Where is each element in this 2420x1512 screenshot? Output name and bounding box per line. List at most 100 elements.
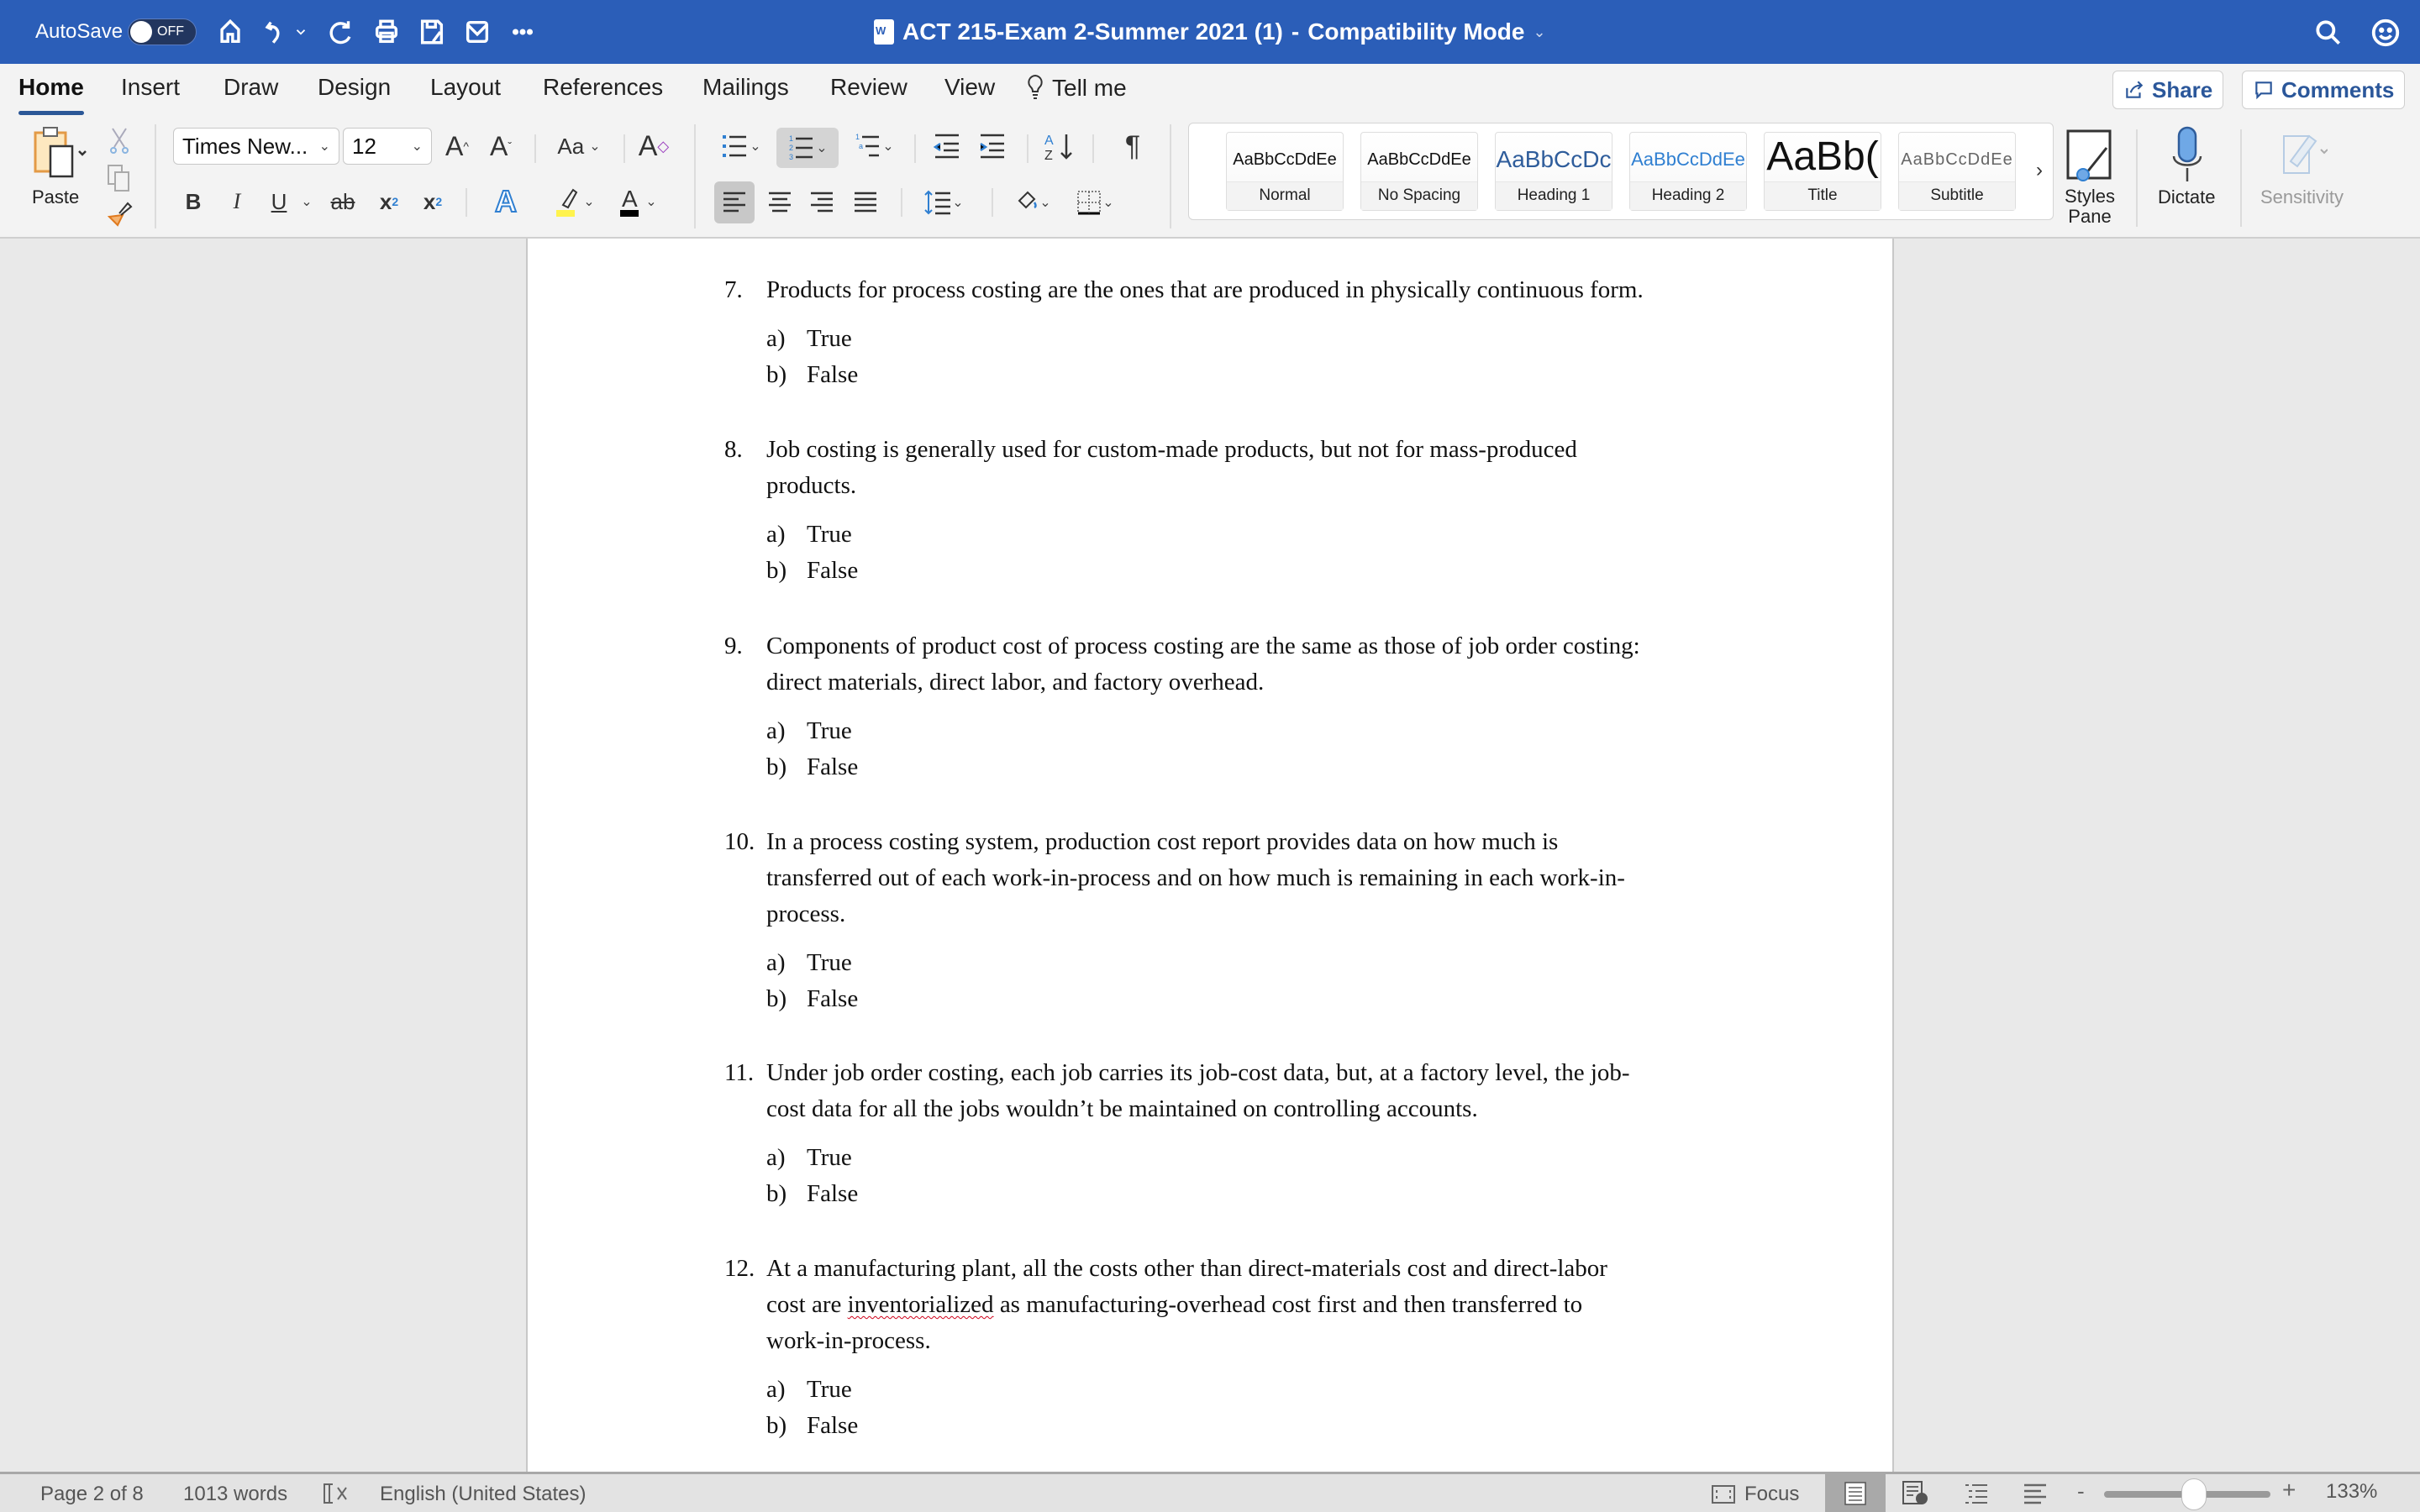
question-text[interactable]: At a manufacturing plant, all the costs … [766, 1251, 1775, 1359]
tab-draw[interactable]: Draw [224, 74, 278, 101]
zoom-level[interactable]: 133% [2326, 1480, 2377, 1504]
copy-icon[interactable] [104, 163, 134, 193]
styles-pane-button[interactable] [2062, 126, 2116, 185]
tab-design[interactable]: Design [318, 74, 391, 101]
align-right-icon[interactable] [803, 181, 840, 223]
justify-icon[interactable] [847, 181, 884, 223]
change-case-button[interactable]: Aa ⌄ [550, 128, 608, 165]
bold-button[interactable]: B [178, 183, 208, 220]
style-title[interactable]: AaBb(Title [1764, 132, 1881, 211]
font-name-dropdown[interactable]: Times New... ⌄ [173, 128, 339, 165]
shrink-font-icon[interactable]: Aˇ [484, 128, 518, 165]
answer-option[interactable]: a) True [766, 521, 852, 549]
zoom-in-button[interactable]: + [2282, 1477, 2296, 1504]
decrease-indent-icon[interactable] [928, 128, 965, 165]
style-normal[interactable]: AaBbCcDdEe Normal [1226, 132, 1344, 211]
print-layout-view-button[interactable] [1825, 1474, 1886, 1512]
tab-review[interactable]: Review [830, 74, 908, 101]
borders-icon[interactable]: ⌄ [1067, 181, 1123, 223]
question-text[interactable]: Products for process costing are the one… [766, 272, 1775, 308]
underline-dropdown[interactable]: ⌄ [297, 183, 316, 220]
page-count[interactable]: Page 2 of 8 [40, 1483, 144, 1506]
smiley-feedback-icon[interactable] [2370, 17, 2402, 49]
answer-option[interactable]: b) False [766, 557, 858, 585]
font-size-dropdown[interactable]: 12 ⌄ [343, 128, 432, 165]
grow-font-icon[interactable]: A ^ [440, 128, 474, 165]
underline-button[interactable]: U [264, 183, 294, 220]
answer-option[interactable]: b) False [766, 1412, 858, 1440]
question-text[interactable]: Components of product cost of process co… [766, 628, 1775, 701]
align-center-icon[interactable] [761, 181, 798, 223]
clear-formatting-icon[interactable]: A ◇ [635, 128, 672, 165]
style-subtitle[interactable]: AaBbCcDdEe Subtitle [1898, 132, 2016, 211]
language[interactable]: English (United States) [380, 1483, 586, 1506]
tab-mailings[interactable]: Mailings [702, 74, 789, 101]
answer-option[interactable]: a) True [766, 1376, 852, 1404]
answer-option[interactable]: b) False [766, 753, 858, 781]
font-color-icon[interactable]: A ⌄ [612, 183, 662, 220]
search-icon[interactable] [2312, 17, 2344, 49]
answer-option[interactable]: b) False [766, 361, 858, 389]
sensitivity-button[interactable] [2269, 126, 2336, 180]
answer-option[interactable]: a) True [766, 325, 852, 353]
question-text[interactable]: In a process costing system, production … [766, 824, 1775, 932]
answer-option[interactable]: a) True [766, 1144, 852, 1172]
outline-view-button[interactable] [1946, 1474, 2007, 1512]
share-button[interactable]: Share [2112, 71, 2224, 109]
bullets-icon[interactable]: ⌄ [716, 128, 766, 165]
shading-icon[interactable]: ⌄ [1005, 181, 1060, 223]
style-no-spacing[interactable]: AaBbCcDdEe No Spacing [1360, 132, 1478, 211]
multilevel-list-icon[interactable]: 1 a ⌄ [849, 128, 899, 165]
tab-view[interactable]: View [944, 74, 995, 101]
zoom-out-button[interactable]: - [2077, 1478, 2085, 1504]
undo-dropdown-icon[interactable] [292, 15, 309, 49]
highlight-color-icon[interactable]: ⌄ [550, 183, 600, 220]
subscript-button[interactable]: x2 [375, 183, 403, 220]
style-heading-1[interactable]: AaBbCcDc Heading 1 [1495, 132, 1612, 211]
tab-layout[interactable]: Layout [430, 74, 501, 101]
zoom-slider-thumb[interactable] [2181, 1478, 2207, 1510]
italic-button[interactable]: I [222, 183, 252, 220]
web-layout-view-button[interactable] [1886, 1474, 1946, 1512]
answer-option[interactable]: a) True [766, 717, 852, 745]
focus-button[interactable]: Focus [1711, 1483, 1799, 1506]
tell-me[interactable]: Tell me [1025, 74, 1127, 102]
draft-view-button[interactable] [2005, 1474, 2065, 1512]
gallery-next-icon[interactable]: › [2029, 154, 2049, 187]
proofing-icon[interactable] [321, 1481, 350, 1512]
align-left-icon[interactable] [714, 181, 755, 223]
answer-option[interactable]: b) False [766, 985, 858, 1013]
answer-option[interactable]: a) True [766, 949, 852, 977]
question-text[interactable]: Job costing is generally used for custom… [766, 432, 1775, 504]
show-formatting-marks-button[interactable]: ¶ [1118, 128, 1148, 165]
print-icon[interactable] [370, 15, 403, 49]
strikethrough-button[interactable]: ab [326, 183, 360, 220]
undo-icon[interactable] [259, 15, 292, 49]
cut-icon[interactable] [104, 126, 134, 156]
save-as-icon[interactable] [415, 15, 449, 49]
email-icon[interactable] [460, 15, 494, 49]
comments-button[interactable]: Comments [2242, 71, 2406, 109]
document-title[interactable]: ACT 215-Exam 2-Summer 2021 (1) - Compati… [874, 18, 1546, 45]
tab-home[interactable]: Home [18, 74, 84, 115]
answer-option[interactable]: b) False [766, 1180, 858, 1208]
style-heading-2[interactable]: AaBbCcDdEe Heading 2 [1629, 132, 1747, 211]
text-effects-icon[interactable]: A [482, 183, 529, 220]
numbering-icon[interactable]: 1 2 3 ⌄ [776, 128, 839, 168]
tab-insert[interactable]: Insert [121, 74, 180, 101]
sort-icon[interactable]: AZ [1039, 128, 1081, 165]
tab-references[interactable]: References [543, 74, 663, 101]
dictate-button[interactable] [2166, 126, 2208, 185]
home-icon[interactable] [213, 15, 247, 49]
line-spacing-icon[interactable]: ⌄ [914, 181, 973, 223]
word-count[interactable]: 1013 words [183, 1483, 287, 1506]
autosave-toggle[interactable]: OFF [128, 18, 197, 45]
superscript-button[interactable]: x2 [418, 183, 447, 220]
more-icon[interactable] [506, 15, 539, 49]
spelling-error[interactable]: inventorialized [848, 1291, 994, 1318]
redo-icon[interactable] [324, 15, 358, 49]
format-painter-icon[interactable] [104, 198, 134, 228]
paste-button[interactable] [24, 123, 96, 181]
increase-indent-icon[interactable] [973, 128, 1010, 165]
question-text[interactable]: Under job order costing, each job carrie… [766, 1055, 1775, 1127]
